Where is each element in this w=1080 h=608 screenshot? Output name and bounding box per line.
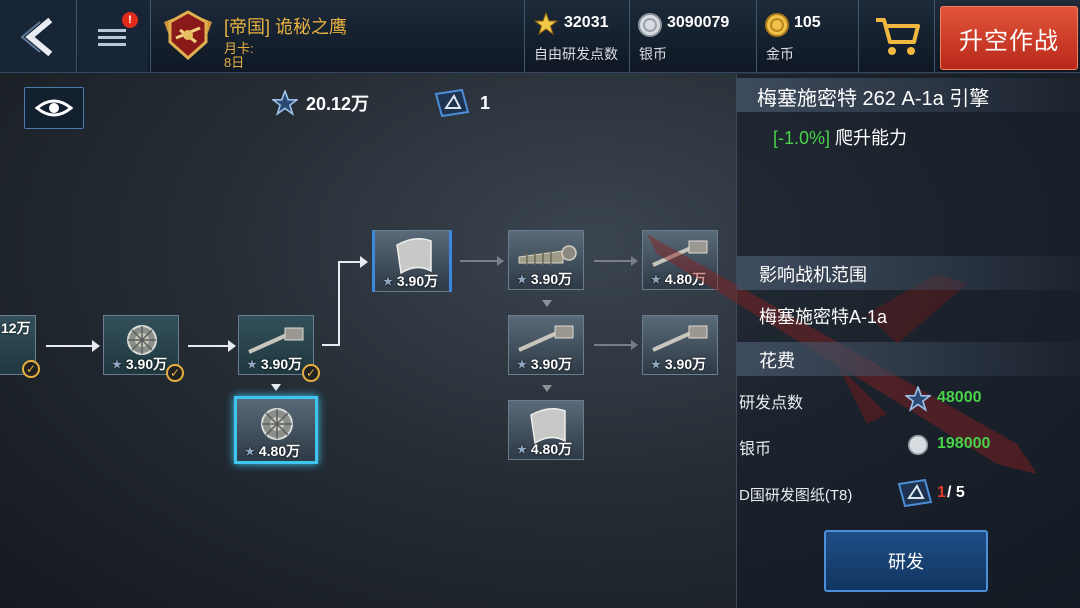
menu-button[interactable]: ! bbox=[78, 0, 148, 72]
tree-node-armor[interactable]: ★ 4.80万 bbox=[508, 400, 584, 460]
monthly-card-days: 8日 bbox=[224, 55, 245, 70]
star-icon: ★ bbox=[517, 443, 527, 456]
view-toggle-button[interactable] bbox=[24, 87, 84, 129]
gold-balance: 105 金币 bbox=[758, 0, 857, 72]
researched-check-icon: ✓ bbox=[22, 360, 40, 378]
cost-header: 花费 bbox=[759, 351, 795, 371]
node-cost: 3.90万 bbox=[260, 356, 303, 372]
tree-arrow-down bbox=[542, 300, 552, 307]
blueprint-have: 1 bbox=[937, 484, 946, 501]
armor-plate-icon bbox=[396, 238, 432, 275]
player-faction: [帝国] bbox=[224, 17, 271, 37]
cannon-icon bbox=[248, 327, 304, 354]
blueprint-icon bbox=[434, 88, 470, 118]
tree-node-propeller-engine[interactable]: ★ 3.90万 bbox=[508, 230, 584, 290]
menu-icon bbox=[98, 29, 126, 46]
player-info[interactable]: [帝国] 诡秘之鹰 月卡: 8日 bbox=[152, 0, 522, 72]
star-icon: ★ bbox=[517, 358, 527, 371]
tree-arrow bbox=[338, 256, 368, 268]
shop-button[interactable] bbox=[860, 0, 932, 72]
propeller-engine-icon bbox=[518, 245, 577, 265]
star-icon: ★ bbox=[383, 275, 393, 288]
research-points-value: 20.12万 bbox=[306, 94, 370, 114]
range-header: 影响战机范围 bbox=[759, 265, 867, 285]
engine-icon bbox=[261, 408, 293, 440]
node-cost: 3.90万 bbox=[530, 271, 573, 287]
free-research-points: 32031 自由研发点数 bbox=[526, 0, 628, 72]
module-title: 梅塞施密特 262 A-1a 引擎 bbox=[757, 88, 990, 110]
panel-title-bar: 梅塞施密特 262 A-1a 引擎 bbox=[737, 78, 1080, 112]
star-icon: ★ bbox=[245, 445, 255, 458]
researched-check-icon: ✓ bbox=[302, 364, 320, 382]
free-research-points-value: 32031 bbox=[564, 14, 609, 31]
silver-coin-icon bbox=[638, 13, 662, 37]
cost-label: D国研发图纸(T8) bbox=[739, 487, 853, 504]
cost-blueprint: D国研发图纸(T8) 1 / 5 bbox=[739, 478, 1069, 508]
star-icon bbox=[905, 386, 931, 412]
tree-node-armor[interactable]: ★ 3.90万 bbox=[372, 230, 452, 292]
range-header-bar: 影响战机范围 bbox=[737, 256, 1080, 290]
star-icon bbox=[534, 12, 558, 36]
take-off-battle-button[interactable]: 升空作战 bbox=[940, 6, 1078, 70]
free-research-points-label: 自由研发点数 bbox=[534, 46, 618, 62]
tree-arrow bbox=[188, 340, 236, 352]
node-cost: 3.90万 bbox=[396, 273, 439, 289]
eye-icon bbox=[34, 99, 74, 117]
blueprint-need: / 5 bbox=[947, 484, 965, 501]
cost-header-bar: 花费 bbox=[737, 342, 1080, 376]
shopping-cart-icon bbox=[876, 18, 920, 55]
node-cost: 3.90万 bbox=[530, 356, 573, 372]
tree-connector bbox=[338, 262, 340, 346]
research-star-icon bbox=[272, 90, 298, 116]
detail-panel: 梅塞施密特 262 A-1a 引擎 [-1.0%] 爬升能力 影响战机范围 梅塞… bbox=[647, 74, 1080, 608]
node-cost: 4.80万 bbox=[258, 443, 301, 459]
tree-arrow-down bbox=[271, 384, 281, 391]
player-name: 诡秘之鹰 bbox=[275, 17, 348, 37]
silver-value: 3090079 bbox=[667, 14, 730, 31]
node-cost: 3.90万 bbox=[125, 356, 168, 372]
effect-value: [-1.0%] bbox=[773, 128, 831, 148]
rank-emblem-icon bbox=[164, 10, 212, 61]
researched-check-icon: ✓ bbox=[166, 364, 184, 382]
cost-silver: 银币 198000 bbox=[739, 432, 1069, 462]
star-icon: ★ bbox=[112, 358, 122, 371]
tree-node-cannon[interactable]: ★ 3.90万 bbox=[508, 315, 584, 375]
node-cost: 4.80万 bbox=[530, 441, 573, 457]
star-icon: ★ bbox=[247, 358, 257, 371]
tree-arrow bbox=[594, 256, 638, 266]
tree-node-engine-selected[interactable]: ★ 4.80万 bbox=[234, 396, 318, 464]
research-points-total: 20.12万 bbox=[272, 90, 369, 116]
tree-arrow bbox=[594, 340, 638, 350]
cost-label: 研发点数 bbox=[739, 395, 804, 412]
cost-research-points: 研发点数 48000 bbox=[739, 386, 1069, 416]
cost-value: 48000 bbox=[937, 389, 982, 406]
research-button[interactable]: 研发 bbox=[824, 530, 988, 592]
blueprint-count: 1 bbox=[432, 88, 490, 118]
tree-arrow-down bbox=[542, 385, 552, 392]
affected-aircraft: 梅塞施密特A-1a bbox=[759, 307, 888, 327]
back-arrow-icon bbox=[20, 17, 53, 57]
tree-node-cannon[interactable]: ★ 3.90万 bbox=[238, 315, 314, 375]
blueprint-count-value: 1 bbox=[480, 92, 491, 113]
silver-balance: 3090079 银币 bbox=[631, 0, 755, 72]
blueprint-icon bbox=[897, 478, 933, 508]
gold-coin-icon bbox=[765, 13, 789, 37]
silver-coin-icon bbox=[907, 434, 929, 456]
effect-label: 爬升能力 bbox=[835, 128, 908, 148]
engine-icon bbox=[127, 325, 157, 355]
cost-value: 198000 bbox=[937, 435, 991, 452]
notification-badge: ! bbox=[122, 12, 138, 28]
back-button[interactable] bbox=[0, 0, 76, 72]
module-effect: [-1.0%] 爬升能力 bbox=[773, 124, 907, 150]
tree-arrow bbox=[460, 256, 504, 266]
cost-label: 银币 bbox=[739, 441, 772, 458]
tree-arrow bbox=[46, 340, 100, 352]
gold-value: 105 bbox=[794, 14, 821, 31]
star-icon: ★ bbox=[517, 273, 527, 286]
silver-label: 银币 bbox=[639, 46, 667, 62]
cannon-icon bbox=[518, 325, 574, 352]
gold-label: 金币 bbox=[766, 46, 794, 62]
node-cost: 12万 bbox=[1, 320, 31, 336]
